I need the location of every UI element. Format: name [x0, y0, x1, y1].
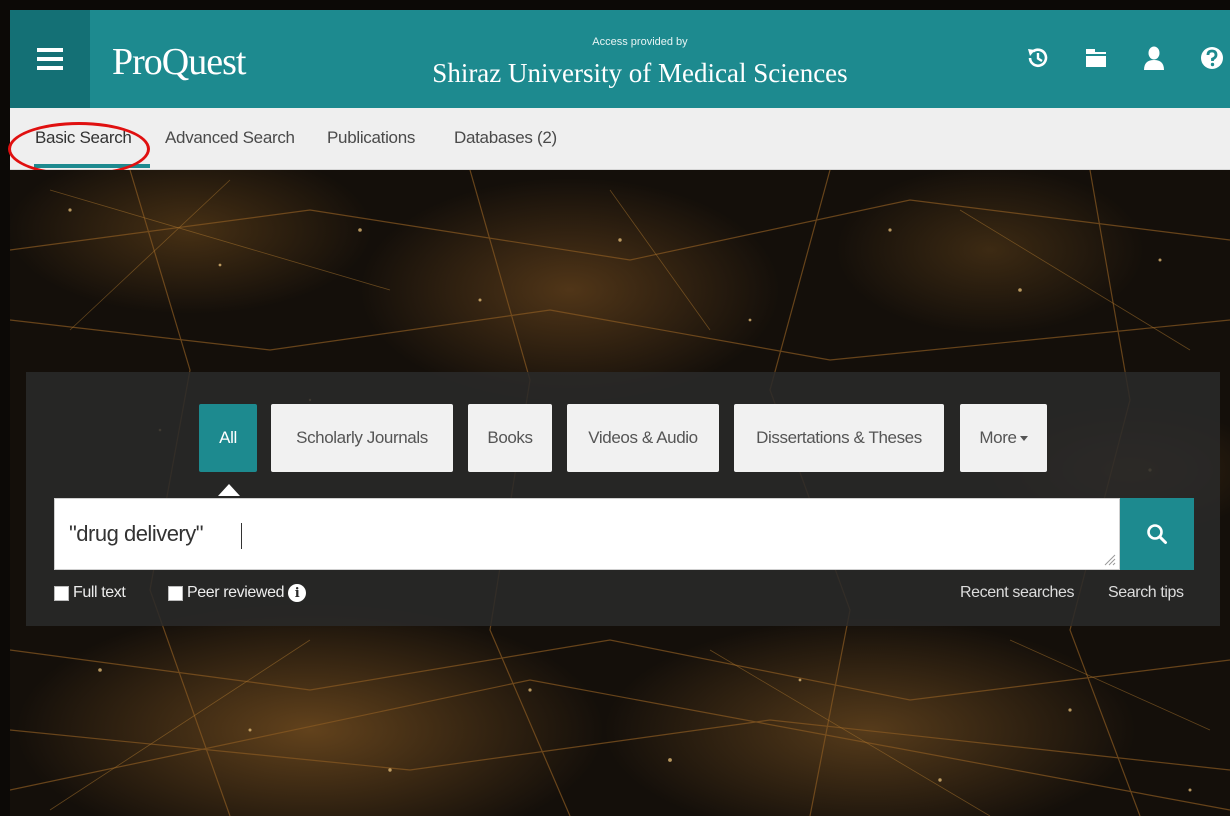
peer-reviewed-label[interactable]: Peer reviewed [187, 584, 284, 602]
peer-reviewed-option: Peer reviewed i [168, 584, 307, 602]
tab-scholarly-journals[interactable]: Scholarly Journals [271, 404, 453, 472]
caret-down-icon [1019, 435, 1028, 441]
folder-button[interactable] [1078, 40, 1114, 76]
access-provided-label: Access provided by [592, 36, 688, 48]
app-frame: ProQuest Access provided by Shiraz Unive… [0, 0, 1230, 816]
full-text-label[interactable]: Full text [73, 584, 126, 602]
info-icon[interactable]: i [288, 584, 307, 602]
active-tab-pointer [218, 484, 240, 496]
tab-videos-audio[interactable]: Videos & Audio [567, 404, 719, 472]
tab-more[interactable]: More [960, 404, 1047, 472]
active-tab-indicator [34, 164, 150, 168]
tab-books[interactable]: Books [468, 404, 552, 472]
institution-name: Shiraz University of Medical Sciences [432, 58, 848, 88]
full-text-checkbox[interactable] [54, 585, 69, 601]
search-input[interactable] [55, 499, 1119, 569]
app-header: ProQuest Access provided by Shiraz Unive… [10, 10, 1230, 108]
help-icon [1201, 47, 1223, 69]
peer-reviewed-checkbox[interactable] [168, 585, 183, 601]
search-tips-link[interactable]: Search tips [1108, 584, 1184, 602]
tab-all[interactable]: All [199, 404, 257, 472]
menu-button[interactable] [10, 10, 90, 108]
history-button[interactable] [1020, 40, 1056, 76]
search-box [54, 498, 1120, 570]
tab-dissertations-theses[interactable]: Dissertations & Theses [734, 404, 944, 472]
tab-more-label: More [979, 428, 1017, 447]
user-icon [1144, 46, 1164, 70]
folder-icon [1086, 49, 1106, 67]
nav-databases[interactable]: Databases (2) [454, 128, 557, 148]
nav-publications[interactable]: Publications [327, 128, 415, 148]
text-cursor [241, 523, 242, 549]
hamburger-icon [37, 48, 63, 70]
help-button[interactable] [1194, 40, 1230, 76]
nav-advanced-search[interactable]: Advanced Search [165, 128, 295, 148]
search-button[interactable] [1120, 498, 1194, 570]
proquest-logo[interactable]: ProQuest [112, 40, 246, 84]
recent-searches-link[interactable]: Recent searches [960, 584, 1074, 602]
history-icon [1028, 48, 1048, 67]
search-nav: Basic Search Advanced Search Publication… [10, 108, 1230, 170]
resize-grip-icon[interactable] [1102, 552, 1116, 566]
magnifier-icon [1147, 524, 1167, 544]
header-actions [1020, 40, 1230, 76]
search-panel: All Scholarly Journals Books Videos & Au… [26, 372, 1220, 626]
nav-basic-search[interactable]: Basic Search [35, 128, 132, 148]
full-text-option: Full text [54, 584, 126, 602]
account-button[interactable] [1136, 40, 1172, 76]
